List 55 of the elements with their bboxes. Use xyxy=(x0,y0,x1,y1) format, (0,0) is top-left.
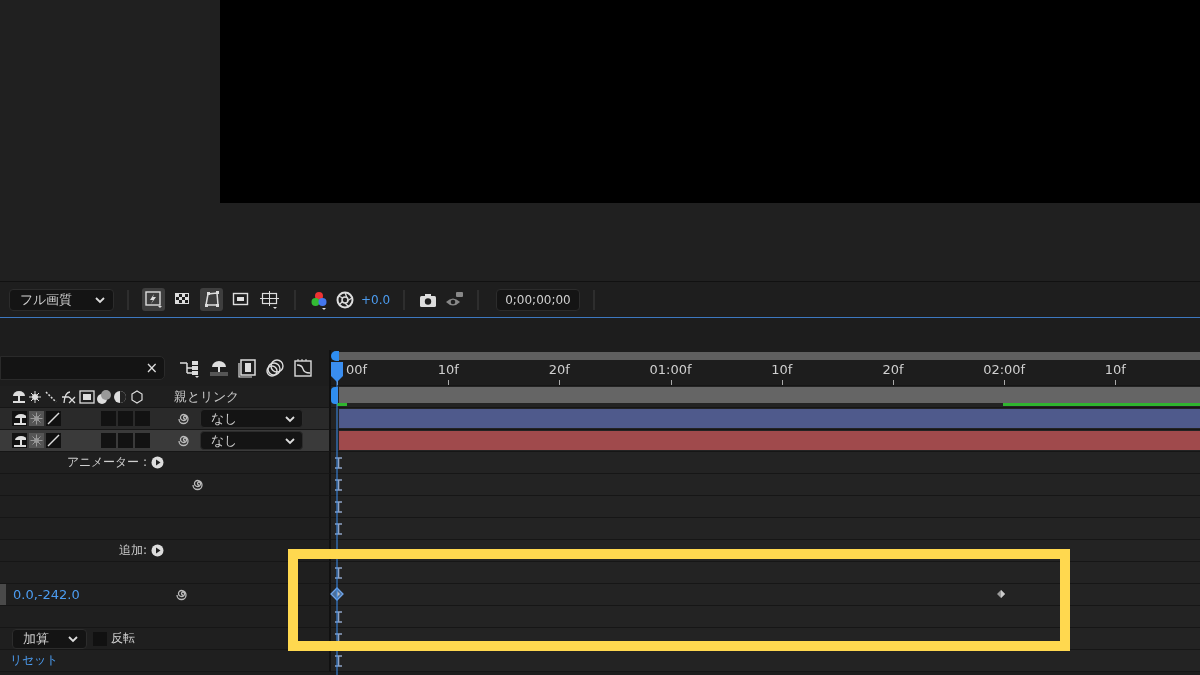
switch-toggle[interactable] xyxy=(101,411,116,426)
ruler-label: 02:00f xyxy=(982,362,1027,377)
hierarchy-icon[interactable] xyxy=(179,358,201,378)
lightning-icon xyxy=(143,289,164,310)
ruler-label: 01:00f xyxy=(648,362,693,377)
ruler-label: 10f xyxy=(436,362,460,377)
mode-dropdown[interactable]: 加算 xyxy=(12,628,87,649)
switch-toggle[interactable] xyxy=(118,433,133,448)
property-label: 追加: xyxy=(118,542,147,559)
color-channels-icon[interactable] xyxy=(309,289,329,310)
property-label: アニメーター : xyxy=(67,454,147,471)
exposure-value[interactable]: +0.0 xyxy=(361,292,391,307)
switch-toggle[interactable] xyxy=(101,433,116,448)
ruler-label: 20f xyxy=(881,362,905,377)
navigator-handle[interactable] xyxy=(331,351,339,361)
switch-toggle[interactable] xyxy=(135,433,150,448)
slash-icon xyxy=(47,412,60,425)
toolbar-toggle[interactable] xyxy=(142,288,165,311)
property-value[interactable]: 0.0,-242.0 xyxy=(13,587,80,602)
aperture-icon[interactable] xyxy=(335,289,355,310)
toolbar-toggle[interactable] xyxy=(200,288,223,311)
sun-icon xyxy=(30,412,43,425)
playhead-icon[interactable] xyxy=(330,362,344,675)
switch-toggle[interactable] xyxy=(135,411,150,426)
ruler-label: 00f xyxy=(345,362,368,377)
spiral-icon[interactable] xyxy=(192,477,206,492)
column-header: 親とリンク xyxy=(174,387,239,406)
timecode-field[interactable]: 0;00;00;00 xyxy=(496,288,580,311)
toolbar-toggle[interactable] xyxy=(258,288,281,311)
spiral-icon[interactable] xyxy=(178,433,192,448)
chevron-icon xyxy=(284,435,296,446)
reset-link[interactable]: リセット xyxy=(10,652,58,669)
guides-icon xyxy=(259,289,280,310)
clear-button[interactable]: × xyxy=(145,359,158,377)
spiral-icon[interactable] xyxy=(178,411,192,426)
property-swatch xyxy=(0,584,6,605)
checkbox-label: 反転 xyxy=(111,630,135,647)
spiral-icon[interactable] xyxy=(175,587,190,602)
search-field[interactable]: × xyxy=(0,356,165,380)
graph-editor-icon[interactable] xyxy=(293,358,313,378)
chevron-icon xyxy=(94,294,106,305)
ruler-label: 20f xyxy=(547,362,571,377)
play-circle-icon[interactable] xyxy=(151,544,164,557)
ruler-label: 10f xyxy=(770,362,794,377)
quality-dropdown[interactable]: フル画質 xyxy=(9,288,114,311)
parent-dropdown[interactable]: なし xyxy=(200,409,303,428)
sun-icon xyxy=(30,434,43,447)
slash-icon xyxy=(47,434,60,447)
chevron-icon xyxy=(67,633,79,644)
switch-toggle[interactable] xyxy=(118,411,133,426)
ruler-label: 10f xyxy=(1103,362,1127,377)
chevron-icon xyxy=(284,413,296,424)
keyframe-icon[interactable] xyxy=(995,589,1006,599)
play-circle-icon[interactable] xyxy=(151,456,164,469)
parent-dropdown[interactable]: なし xyxy=(200,431,303,450)
